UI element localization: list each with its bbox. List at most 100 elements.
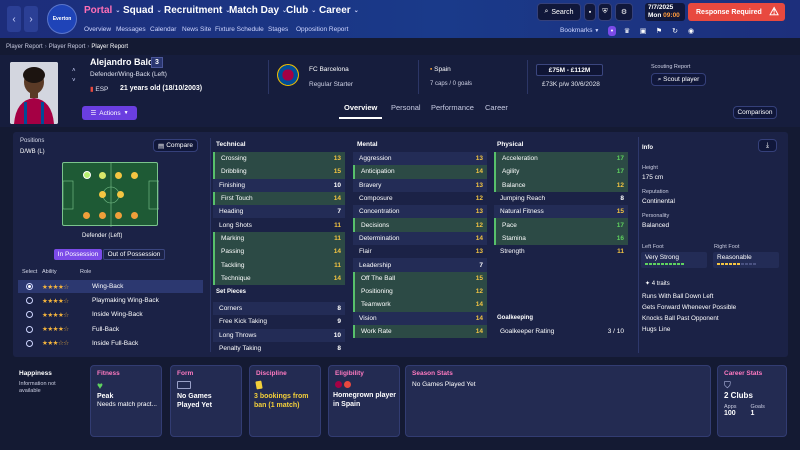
submenu-item[interactable]: Fixture Schedule (215, 26, 264, 33)
club-logo-icon[interactable] (277, 64, 299, 86)
attribute-row[interactable]: Finishing 10 (213, 178, 345, 192)
breadcrumb-item[interactable]: Player Report (49, 44, 86, 50)
shield-icon[interactable]: ⛨ (598, 3, 612, 21)
attribute-row[interactable]: Determination 14 (353, 231, 487, 246)
compare-button[interactable]: ▤ Compare (153, 139, 198, 152)
attribute-row[interactable]: Tackling 11 (213, 258, 345, 272)
trophy-icon[interactable]: ♛ (622, 26, 632, 36)
attribute-row[interactable]: Acceleration 17 (494, 152, 628, 166)
menu-club[interactable]: Club ⌄ (286, 5, 316, 16)
attribute-row[interactable]: Corners 8 (213, 302, 345, 316)
club-crest-icon[interactable]: Everton (47, 4, 77, 34)
globe-icon[interactable]: ◉ (686, 26, 696, 36)
menu-squad[interactable]: Squad ⌄ (123, 5, 162, 16)
eligibility-card[interactable]: Eligibility Homegrown player in Spain (328, 365, 400, 437)
transfer-value[interactable]: £75M - £112M (536, 64, 603, 76)
attribute-row[interactable]: Strength 11 (494, 245, 628, 258)
forward-icon[interactable]: › (24, 6, 38, 32)
chevron-up-icon[interactable]: ˄ (72, 68, 76, 74)
season-stats-card[interactable]: Season Stats No Games Played Yet (405, 365, 711, 437)
attribute-row[interactable]: Work Rate 14 (353, 324, 487, 339)
attribute-row[interactable]: Aggression 13 (353, 152, 487, 166)
comparison-button[interactable]: Comparison (733, 106, 777, 119)
attribute-row[interactable]: Long Throws 10 (213, 328, 345, 342)
attribute-row[interactable]: First Touch 14 (213, 191, 345, 206)
tab-performance[interactable]: Performance (431, 103, 474, 112)
submenu-item[interactable]: Stages (268, 26, 288, 33)
attribute-row[interactable]: Decisions 12 (353, 218, 487, 232)
menu-match-day[interactable]: Match Day ⌄ (229, 5, 287, 16)
fitness-card[interactable]: Fitness ♥ Peak Needs match pract... (90, 365, 162, 437)
out-of-possession-toggle[interactable]: Out of Possession (103, 249, 165, 260)
menu-recruitment[interactable]: Recruitment ⌄ (164, 5, 230, 16)
submenu-item[interactable]: Calendar (150, 26, 176, 33)
attribute-row[interactable]: Long Shots 11 (213, 218, 345, 231)
attribute-row[interactable]: Off The Ball 15 (353, 271, 487, 285)
attribute-row[interactable]: Free Kick Taking 9 (213, 315, 345, 328)
attribute-row[interactable]: Teamwork 14 (353, 298, 487, 312)
response-required-button[interactable]: Response Required ⚠ (688, 3, 785, 21)
submenu-item[interactable]: Overview (84, 26, 111, 33)
attribute-row[interactable]: Pace 17 (494, 218, 628, 232)
gear-icon[interactable]: ⚙ (615, 3, 633, 21)
search-button[interactable]: ⌕ Search (537, 3, 581, 21)
attribute-row[interactable]: Balance 12 (494, 178, 628, 192)
game-date[interactable]: 7/7/2025 Mon 09:00 (645, 3, 685, 21)
submenu-item[interactable]: Opposition Report (296, 26, 348, 33)
actions-button[interactable]: ☰ Actions ▼ (82, 106, 137, 120)
tab-career[interactable]: Career (485, 103, 508, 112)
attribute-row[interactable]: Penalty Taking 8 (213, 342, 345, 355)
menu-career[interactable]: Career ⌄ (319, 5, 359, 16)
attribute-row[interactable]: Heading 7 (213, 205, 345, 219)
breadcrumb-item[interactable]: Player Report (6, 44, 43, 50)
notes-icon[interactable]: ▪ (584, 3, 596, 21)
role-row[interactable]: ★★★★☆ Wing-Back (18, 280, 203, 293)
role-row[interactable]: ★★★★☆ Full-Back (18, 323, 203, 336)
attribute-row[interactable]: Agility 17 (494, 165, 628, 179)
role-row[interactable]: ★★★☆☆ Inside Full-Back (18, 337, 203, 350)
attribute-row[interactable]: Technique 14 (213, 271, 345, 285)
submenu-item[interactable]: Messages (116, 26, 146, 33)
back-icon[interactable]: ‹ (7, 6, 21, 32)
role-radio[interactable] (26, 339, 33, 347)
role-radio[interactable] (26, 325, 33, 333)
tab-personal[interactable]: Personal (391, 103, 421, 112)
club-name[interactable]: FC Barcelona (309, 66, 349, 73)
refresh-icon[interactable]: ↻ (670, 26, 680, 36)
role-row[interactable]: ★★★★☆ Playmaking Wing-Back (18, 294, 203, 307)
chevron-down-icon[interactable]: ˅ (72, 78, 76, 84)
in-possession-toggle[interactable]: In Possession (54, 249, 102, 260)
submenu-item[interactable]: News Site (182, 26, 211, 33)
attribute-row[interactable]: Composure 12 (353, 192, 487, 205)
attribute-row[interactable]: Flair 13 (353, 245, 487, 258)
bookmarks-menu[interactable]: Bookmarks ▼ (560, 27, 599, 34)
download-icon[interactable]: ⤓ (758, 139, 777, 152)
scout-player-button[interactable]: ⌕ Scout player (651, 73, 706, 86)
people-icon[interactable]: ⚑ (654, 26, 664, 36)
attribute-row[interactable]: Leadership 7 (353, 258, 487, 272)
role-row[interactable]: ★★★★☆ Inside Wing-Back (18, 308, 203, 321)
attribute-row[interactable]: Anticipation 14 (353, 165, 487, 179)
kit-icon[interactable]: ▣ (638, 26, 648, 36)
attribute-row[interactable]: Vision 14 (353, 311, 487, 325)
role-radio[interactable] (26, 283, 33, 290)
discipline-card[interactable]: Discipline 3 bookings from ban (1 match) (249, 365, 321, 437)
career-stats-card[interactable]: Career Stats ⛉ 2 Clubs Apps 100 Goals 1 (717, 365, 787, 437)
tab-overview[interactable]: Overview (344, 103, 377, 112)
attribute-row[interactable]: Natural Fitness 15 (494, 205, 628, 219)
national-team[interactable]: ▪ Spain (430, 66, 451, 73)
attribute-row[interactable]: Passing 14 (213, 245, 345, 259)
attribute-row[interactable]: Concentration 13 (353, 205, 487, 219)
attribute-row[interactable]: Dribbling 15 (213, 165, 345, 179)
attribute-row[interactable]: Jumping Reach 8 (494, 192, 628, 205)
menu-portal[interactable]: Portal ⌄ (84, 5, 120, 16)
attribute-row[interactable]: Marking 11 (213, 231, 345, 246)
attribute-row[interactable]: Bravery 13 (353, 178, 487, 192)
role-radio[interactable] (26, 311, 33, 319)
attribute-row[interactable]: Positioning 12 (353, 284, 487, 299)
form-card[interactable]: Form No Games Played Yet (170, 365, 242, 437)
attribute-row[interactable]: Crossing 13 (213, 152, 345, 166)
chat-icon[interactable]: • (608, 26, 616, 36)
role-radio[interactable] (26, 297, 33, 305)
attribute-row[interactable]: Stamina 16 (494, 231, 628, 246)
